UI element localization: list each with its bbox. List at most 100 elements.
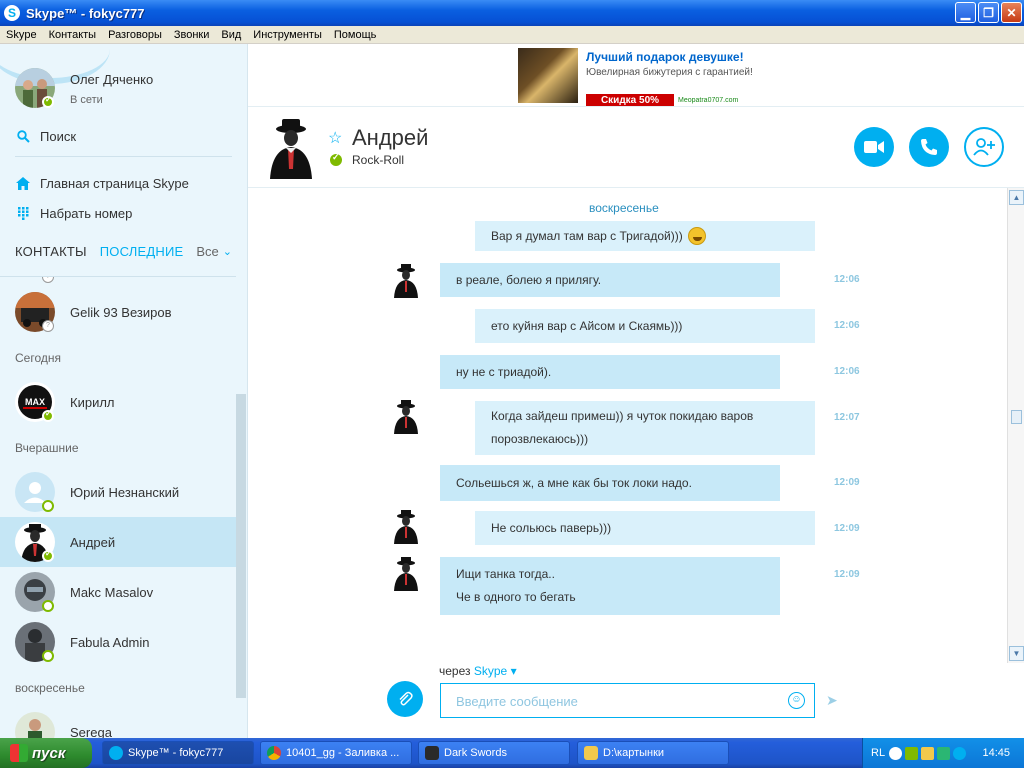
attach-button[interactable] <box>387 681 423 717</box>
message-text: порозвлекаюсь))) <box>491 432 589 446</box>
contact-yuri[interactable]: Юрий Незнанский <box>0 467 236 517</box>
message-bubble-incoming[interactable]: ну не с триадой). <box>440 355 780 389</box>
message-time: 12:06 <box>834 274 860 285</box>
swords-icon <box>425 746 439 760</box>
menu-view[interactable]: Вид <box>215 29 247 41</box>
tab-recent[interactable]: ПОСЛЕДНИЕ <box>100 244 184 259</box>
message-bubble-incoming[interactable]: в реале, болею я прилягу. <box>440 263 780 297</box>
message-text: Че в одного то бегать <box>456 590 576 604</box>
scrollbar-thumb[interactable] <box>1011 410 1022 424</box>
maximize-button[interactable]: ❐ <box>978 2 999 23</box>
filter-dropdown[interactable]: Все ⌄ <box>196 244 232 259</box>
scroll-up-arrow-icon[interactable]: ▲ <box>1009 190 1024 205</box>
tray-app-icon[interactable] <box>937 746 951 760</box>
sender-avatar <box>394 400 418 434</box>
contact-gelik[interactable]: ? Gelik 93 Везиров <box>0 287 236 337</box>
profile-status-icon <box>42 95 54 108</box>
tab-contacts[interactable]: КОНТАКТЫ <box>15 244 87 259</box>
section-sunday: воскресенье <box>15 681 85 695</box>
task-folder[interactable]: D:\картынки <box>577 741 729 765</box>
contact-andrey[interactable]: Андрей <box>0 517 236 567</box>
close-button[interactable]: ✕ <box>1001 2 1022 23</box>
minimize-button[interactable]: ▁ <box>955 2 976 23</box>
menu-conversations[interactable]: Разговоры <box>102 29 168 41</box>
contact-serega[interactable]: Serega <box>0 707 236 738</box>
window-controls: ▁ ❐ ✕ <box>955 2 1022 23</box>
status-offline-icon <box>42 600 54 612</box>
message-bubble-incoming[interactable]: Сольешься ж, а мне как бы ток локи надо. <box>440 465 780 501</box>
contact-kirill[interactable]: MAX Кирилл <box>0 377 236 427</box>
message-time: 12:07 <box>834 412 860 423</box>
menu-help[interactable]: Помощь <box>328 29 383 41</box>
ad-description: Ювелирная бижутерия с гарантией! <box>586 67 753 78</box>
profile-section[interactable]: Олег Дяченко В сети <box>0 44 247 119</box>
message-compose-box[interactable]: ☺ <box>440 683 815 718</box>
task-label: Skype™ - fokyc777 <box>128 747 224 759</box>
tray-network-icon[interactable] <box>905 746 919 760</box>
profile-status[interactable]: В сети <box>70 94 103 106</box>
section-today: Сегодня <box>15 351 61 365</box>
message-bubble-outgoing[interactable]: Когда зайдеш примеш)) я чуток покидаю ва… <box>475 401 815 455</box>
message-input[interactable] <box>456 692 776 710</box>
contact-tabs: КОНТАКТЫ ПОСЛЕДНИЕ Все ⌄ <box>15 244 240 259</box>
via-service: Skype <box>473 664 508 678</box>
voice-call-button[interactable] <box>909 127 949 167</box>
message-time: 12:09 <box>834 523 860 534</box>
message-bubble-incoming[interactable]: Ищи танка тогда.. Че в одного то бегать <box>440 557 780 615</box>
menu-tools[interactable]: Инструменты <box>247 29 328 41</box>
search-icon <box>15 128 31 144</box>
message-text: в реале, болею я прилягу. <box>456 272 602 287</box>
profile-name[interactable]: Олег Дяченко <box>70 72 153 87</box>
chat-contact-name[interactable]: Андрей <box>352 125 428 151</box>
scroll-down-arrow-icon[interactable]: ▼ <box>1009 646 1024 661</box>
clock[interactable]: 14:45 <box>982 747 1010 759</box>
task-dark-swords[interactable]: Dark Swords <box>418 741 570 765</box>
start-label: пуск <box>32 744 66 762</box>
send-icon[interactable]: ➤ <box>826 692 838 709</box>
sidebar-scrollbar-thumb[interactable] <box>236 394 246 698</box>
phone-icon <box>921 139 937 155</box>
svg-text:MAX: MAX <box>25 397 45 407</box>
contact-name: Кирилл <box>70 394 115 410</box>
tray-back-icon[interactable] <box>889 746 903 760</box>
menu-contacts[interactable]: Контакты <box>43 29 103 41</box>
message-history[interactable]: воскресенье Вар я думал там вар с Тригад… <box>248 189 1008 659</box>
favorite-star-icon[interactable]: ☆ <box>328 128 342 148</box>
video-call-button[interactable] <box>854 127 894 167</box>
tray-skype-icon[interactable] <box>953 746 967 760</box>
task-chrome[interactable]: 10401_gg - Заливка ... <box>260 741 412 765</box>
contact-makc[interactable]: Makc Masalov <box>0 567 236 617</box>
message-bubble-outgoing[interactable]: Не сольюсь паверь))) <box>475 511 815 545</box>
menu-calls[interactable]: Звонки <box>168 29 216 41</box>
menu-skype[interactable]: Skype <box>0 29 43 41</box>
contact-fabula[interactable]: Fabula Admin <box>0 617 236 667</box>
dial-number-link[interactable]: Набрать номер <box>15 205 132 221</box>
task-skype[interactable]: Skype™ - fokyc777 <box>102 741 254 765</box>
chat-contact-avatar[interactable] <box>266 117 316 179</box>
message-text: Не сольюсь паверь))) <box>491 520 612 535</box>
contact-list[interactable]: ? ? Gelik 93 Везиров Сегодня MAX Кирилл … <box>0 276 236 738</box>
sidebar: Олег Дяченко В сети Поиск Главная страни… <box>0 44 248 738</box>
window-titlebar[interactable]: S Skype™ - fokyc777 ▁ ❐ ✕ <box>0 0 1024 26</box>
send-via-selector[interactable]: через Skype ▾ <box>439 664 517 678</box>
window-title: Skype™ - fokyc777 <box>26 5 145 21</box>
language-indicator[interactable]: RL <box>871 747 885 759</box>
ad-title: Лучший подарок девушке! <box>586 50 744 64</box>
sender-avatar <box>394 557 418 591</box>
message-bubble-outgoing[interactable]: Вар я думал там вар с Тригадой))) <box>475 221 815 251</box>
search-button[interactable]: Поиск <box>15 128 76 144</box>
laughing-emoji-icon <box>688 227 707 246</box>
message-bubble-outgoing[interactable]: ето куйня вар с Айсом и Скаямь))) <box>475 309 815 343</box>
skype-icon <box>109 746 123 760</box>
status-online-icon <box>42 549 54 562</box>
emoticon-button[interactable]: ☺ <box>788 692 805 709</box>
tray-shield-icon[interactable] <box>921 746 935 760</box>
ad-banner[interactable]: Лучший подарок девушке! Ювелирная бижуте… <box>518 48 758 107</box>
skype-home-link[interactable]: Главная страница Skype <box>15 175 189 191</box>
chat-scrollbar[interactable]: ▲ ▼ <box>1007 188 1024 663</box>
add-people-button[interactable] <box>964 127 1004 167</box>
message-text: ето куйня вар с Айсом и Скаямь))) <box>491 318 683 333</box>
add-user-icon <box>973 138 995 156</box>
start-button[interactable]: пуск <box>0 738 92 768</box>
task-label: Dark Swords <box>444 747 507 759</box>
